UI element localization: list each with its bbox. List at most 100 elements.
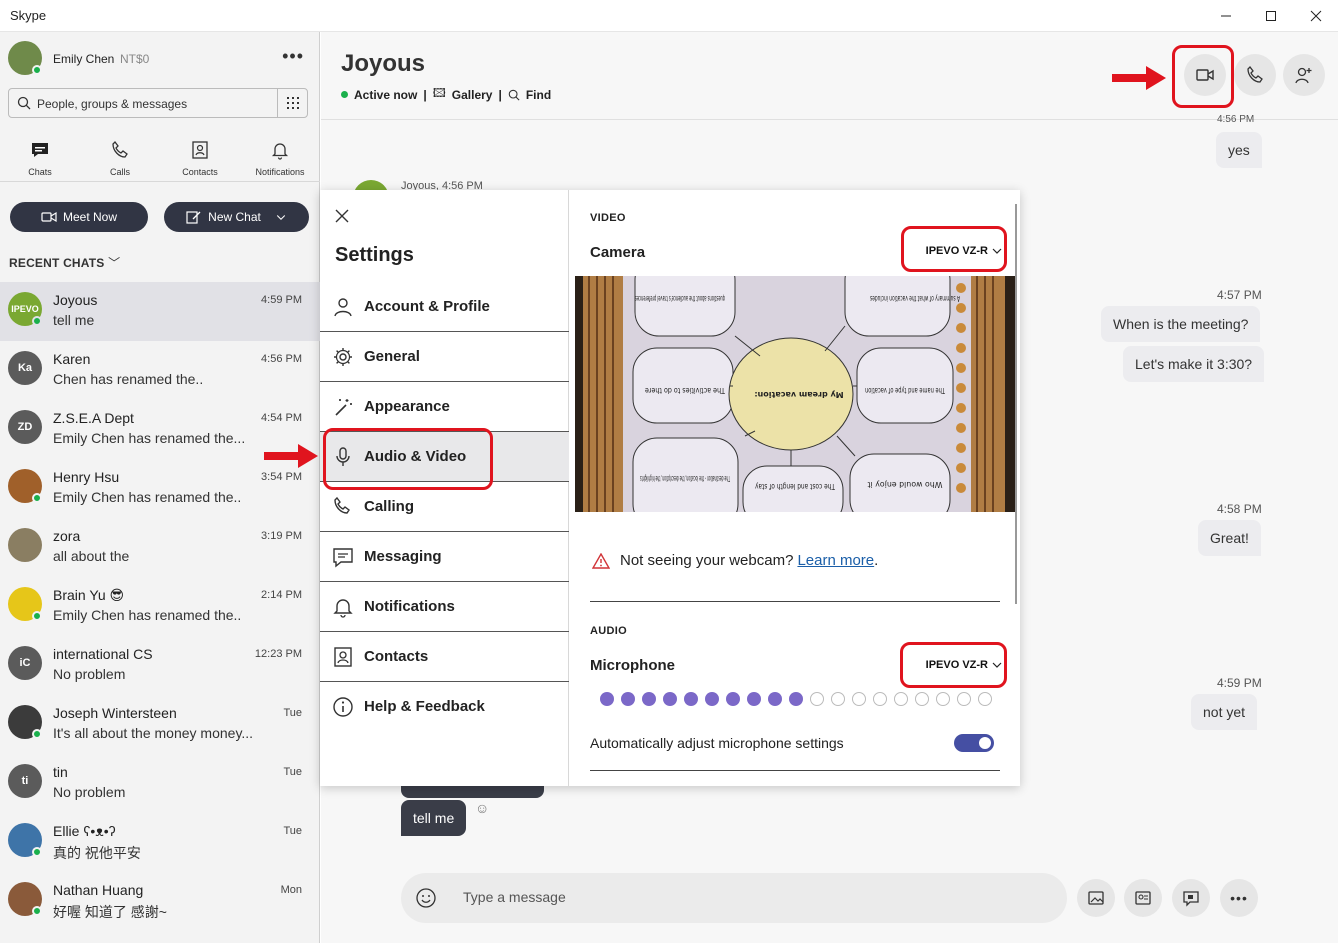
annotation-highlight-audio-video bbox=[323, 428, 493, 490]
new-chat-button[interactable]: New Chat bbox=[164, 202, 309, 232]
settings-item-account-profile[interactable]: Account & Profile bbox=[320, 282, 569, 332]
tab-label: Notifications bbox=[255, 167, 305, 177]
mic-level-dot bbox=[852, 692, 866, 706]
warning-icon bbox=[592, 552, 610, 569]
bell-icon bbox=[271, 143, 289, 160]
webcam-warning-text: Not seeing your webcam? bbox=[620, 552, 794, 569]
phone-icon bbox=[334, 496, 350, 514]
chat-item-international-cs[interactable]: iC international CS No problem 12:23 PM bbox=[0, 636, 320, 695]
camera-label: Camera bbox=[590, 244, 646, 261]
search-input[interactable]: People, groups & messages bbox=[37, 97, 187, 111]
window-title: Skype bbox=[10, 8, 47, 23]
message-icon bbox=[333, 548, 353, 568]
profile-header[interactable]: Emily Chen NT$0 ••• bbox=[8, 40, 312, 80]
tab-contacts[interactable]: Contacts bbox=[160, 132, 240, 182]
chat-item-joseph-wintersteen[interactable]: Joseph Wintersteen It's all about the mo… bbox=[0, 695, 320, 754]
message-bubble[interactable]: Great! bbox=[1198, 520, 1261, 556]
emoji-icon[interactable] bbox=[415, 887, 437, 909]
annotation-highlight-microphone-select bbox=[900, 642, 1007, 688]
settings-item-appearance[interactable]: Appearance bbox=[320, 382, 569, 432]
gallery-link[interactable]: Gallery bbox=[452, 88, 493, 102]
mic-level-dot bbox=[873, 692, 887, 706]
chat-item-joyous[interactable]: IPEVO Joyous tell me 4:59 PM bbox=[0, 282, 320, 341]
more-actions-button[interactable]: ••• bbox=[1220, 879, 1258, 917]
settings-item-messaging[interactable]: Messaging bbox=[320, 532, 569, 582]
message-composer[interactable]: Type a message bbox=[401, 873, 1067, 923]
close-icon[interactable] bbox=[334, 208, 350, 224]
send-media-button[interactable] bbox=[1077, 879, 1115, 917]
mic-level-dot bbox=[663, 692, 677, 706]
tab-chats[interactable]: Chats bbox=[0, 132, 80, 182]
auto-adjust-toggle[interactable] bbox=[954, 734, 994, 752]
microphone-label: Microphone bbox=[590, 657, 675, 674]
annotation-highlight-video-call bbox=[1172, 45, 1234, 108]
settings-title: Settings bbox=[335, 244, 414, 266]
audio-section-header: AUDIO bbox=[590, 625, 627, 637]
recent-chats-label: RECENT CHATS bbox=[9, 256, 105, 270]
dialpad-icon bbox=[286, 97, 299, 109]
gear-icon bbox=[334, 348, 352, 366]
learn-more-link[interactable]: Learn more bbox=[797, 552, 874, 569]
mic-level-dot bbox=[642, 692, 656, 706]
chat-preview: 真的 祝他平安 bbox=[53, 845, 141, 861]
conversation-subheader: Active now | 🖾 Gallery | Find bbox=[341, 84, 551, 105]
chat-item-nathan-huang[interactable]: Nathan Huang 好喔 知道了 感謝~ Mon bbox=[0, 872, 320, 931]
audio-call-button[interactable] bbox=[1234, 54, 1276, 96]
chat-time: 12:23 PM bbox=[254, 648, 302, 660]
tab-calls[interactable]: Calls bbox=[80, 132, 160, 182]
more-options-icon[interactable]: ••• bbox=[282, 46, 304, 67]
tab-notifications[interactable]: Notifications bbox=[240, 132, 320, 182]
presence-dot bbox=[32, 493, 42, 503]
settings-scrollbar[interactable] bbox=[1015, 204, 1017, 604]
profile-credit: NT$0 bbox=[120, 52, 150, 66]
message-bubble[interactable]: yes bbox=[1216, 132, 1262, 168]
add-people-button[interactable] bbox=[1283, 54, 1325, 96]
settings-item-general[interactable]: General bbox=[320, 332, 569, 382]
tab-label: Chats bbox=[28, 167, 52, 177]
mic-level-dot bbox=[747, 692, 761, 706]
chat-preview: It's all about the money money... bbox=[53, 725, 254, 741]
tab-label: Calls bbox=[109, 167, 130, 177]
react-icon[interactable]: ☺ bbox=[475, 800, 489, 816]
conversation-title: Joyous bbox=[341, 50, 426, 77]
chat-name: Joyous bbox=[53, 292, 98, 308]
mic-level-dot bbox=[705, 692, 719, 706]
maximize-button[interactable] bbox=[1248, 0, 1294, 32]
chat-item-brain-yu[interactable]: Brain Yu 😎 Emily Chen has renamed the.. … bbox=[0, 577, 320, 636]
auto-adjust-label: Automatically adjust microphone settings bbox=[590, 735, 844, 751]
close-window-button[interactable] bbox=[1293, 0, 1338, 32]
chat-item-tin[interactable]: ti tin No problem Tue bbox=[0, 754, 320, 813]
mic-level-dot bbox=[621, 692, 635, 706]
video-message-button[interactable] bbox=[1172, 879, 1210, 917]
person-icon bbox=[334, 298, 352, 317]
meet-now-button[interactable]: Meet Now bbox=[10, 202, 148, 232]
add-person-icon bbox=[1295, 67, 1312, 84]
message-input[interactable]: Type a message bbox=[463, 889, 566, 905]
message-bubble[interactable]: tell me bbox=[401, 800, 467, 836]
chat-item-ellie[interactable]: Ellie ʕ•ᴥ•ʔ 真的 祝他平安 Tue bbox=[0, 813, 320, 872]
mic-level-dot bbox=[810, 692, 824, 706]
settings-item-help-feedback[interactable]: Help & Feedback bbox=[320, 682, 569, 732]
sidebar: Emily Chen NT$0 ••• People, groups & mes… bbox=[0, 32, 320, 943]
chat-time: 4:59 PM bbox=[261, 294, 302, 306]
settings-item-notifications[interactable]: Notifications bbox=[320, 582, 569, 632]
send-contact-button[interactable] bbox=[1124, 879, 1162, 917]
settings-item-label: Account & Profile bbox=[364, 298, 490, 315]
avatar: ti bbox=[8, 764, 42, 798]
chat-item-karen[interactable]: Ka Karen Chen has renamed the.. 4:56 PM bbox=[0, 341, 320, 400]
settings-item-contacts[interactable]: Contacts bbox=[320, 632, 569, 682]
recent-chats-header[interactable]: RECENT CHATS ﹀ bbox=[9, 254, 120, 271]
chat-item-zora[interactable]: zora all about the 3:19 PM bbox=[0, 518, 320, 577]
message-bubble[interactable]: Let's make it 3:30? bbox=[1123, 346, 1265, 382]
search-box[interactable]: People, groups & messages bbox=[8, 88, 308, 118]
minimize-button[interactable] bbox=[1203, 0, 1249, 32]
mic-level-dot bbox=[978, 692, 992, 706]
mic-level-dot bbox=[936, 692, 950, 706]
phone-icon bbox=[112, 141, 128, 158]
message-bubble[interactable]: not yet bbox=[1191, 694, 1258, 730]
dialpad-button[interactable] bbox=[277, 89, 307, 117]
find-link[interactable]: Find bbox=[526, 88, 551, 102]
divider bbox=[590, 601, 1000, 602]
chat-name: Joseph Wintersteen bbox=[53, 705, 177, 721]
message-bubble[interactable]: When is the meeting? bbox=[1101, 306, 1261, 342]
